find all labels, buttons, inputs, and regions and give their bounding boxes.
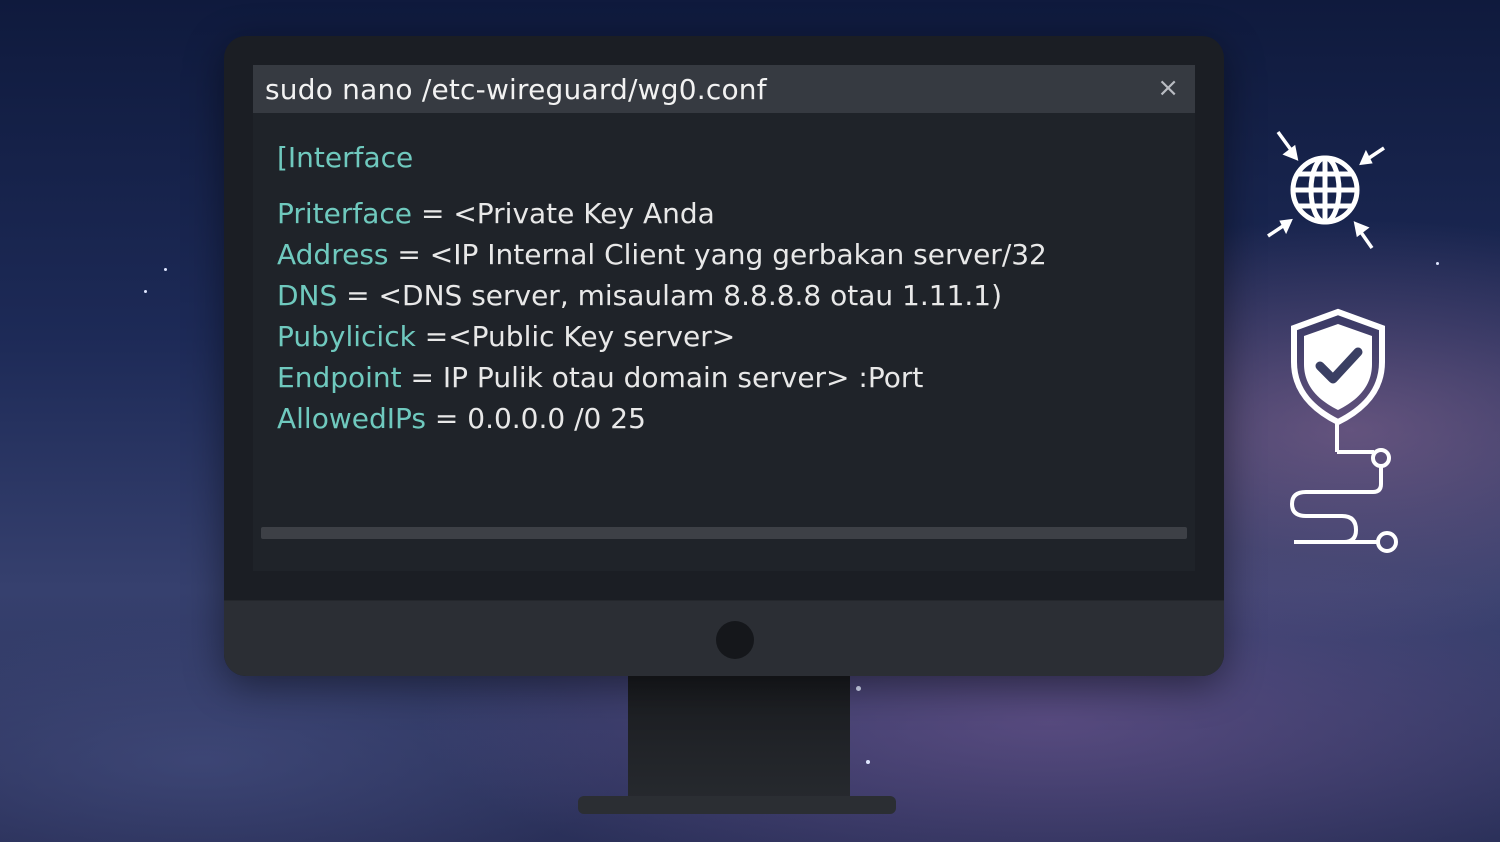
window-title: sudo nano /etc-wireguard/wg0.conf xyxy=(265,73,767,106)
config-value: <Public Key server> xyxy=(448,320,736,353)
star xyxy=(1436,262,1439,265)
config-line: Address = <IP Internal Client yang gerba… xyxy=(277,238,1175,279)
config-key: Pubylicick xyxy=(277,320,416,353)
config-value: <IP Internal Client yang gerbakan server… xyxy=(429,238,1047,271)
config-value: 0.0.0.0 /0 25 xyxy=(467,402,646,435)
config-key: Endpoint xyxy=(277,361,402,394)
monitor-chin xyxy=(224,600,1224,676)
config-separator: = xyxy=(388,238,430,271)
star xyxy=(164,268,167,271)
monitor-logo-dot xyxy=(716,621,754,659)
config-line: Pubylicick =<Public Key server> xyxy=(277,320,1175,361)
config-line: Priterface = <Private Key Anda xyxy=(277,197,1175,238)
title-bar: sudo nano /etc-wireguard/wg0.conf × xyxy=(253,65,1195,113)
shield-check-icon xyxy=(1291,308,1385,426)
config-value: IP Pulik otau domain server> :Port xyxy=(442,361,924,394)
config-line: AllowedIPs = 0.0.0.0 /0 25 xyxy=(277,402,1175,443)
route-path-icon xyxy=(1289,422,1398,553)
config-line: Endpoint = IP Pulik otau domain server> … xyxy=(277,361,1175,402)
terminal-window: sudo nano /etc-wireguard/wg0.conf × [Int… xyxy=(253,65,1195,571)
star xyxy=(144,290,147,293)
globe-arrows-icon xyxy=(1267,130,1385,250)
config-separator: = xyxy=(415,320,449,353)
config-key: AllowedIPs xyxy=(277,402,426,435)
config-separator: = xyxy=(337,279,379,312)
config-separator: = xyxy=(412,197,454,230)
config-key: Priterface xyxy=(277,197,413,230)
star xyxy=(866,760,870,764)
monitor-stand xyxy=(628,676,850,800)
config-value: <Private Key Anda xyxy=(453,197,715,230)
section-header: [Interface xyxy=(277,141,414,174)
horizontal-scrollbar[interactable] xyxy=(261,527,1187,539)
config-separator: = xyxy=(425,402,468,435)
monitor: sudo nano /etc-wireguard/wg0.conf × [Int… xyxy=(224,36,1224,676)
config-separator: = xyxy=(401,361,443,394)
editor-content[interactable]: [Interface Priterface = <Private Key And… xyxy=(277,141,1175,443)
config-value: <DNS server, misaulam 8.8.8.8 otau 1.11.… xyxy=(378,279,1003,312)
monitor-stand-base xyxy=(578,796,896,814)
star xyxy=(856,686,861,691)
config-key: DNS xyxy=(277,279,338,312)
config-key: Address xyxy=(277,238,389,271)
config-line: DNS = <DNS server, misaulam 8.8.8.8 otau… xyxy=(277,279,1175,320)
close-icon[interactable]: × xyxy=(1157,75,1179,101)
